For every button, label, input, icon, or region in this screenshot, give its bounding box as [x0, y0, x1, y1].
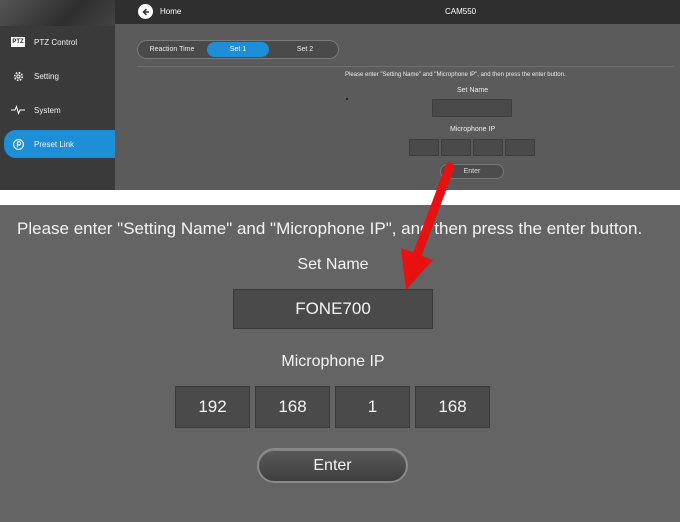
preset-link-icon	[8, 138, 28, 151]
sidebar-item-label: Preset Link	[34, 139, 75, 149]
set-name-label: Set Name	[457, 87, 489, 94]
sidebar-item-label: PTZ Control	[34, 37, 78, 47]
microphone-ip-label: Microphone IP	[450, 126, 496, 133]
sidebar-item-system[interactable]: System	[4, 96, 115, 124]
ip-octet-2-input[interactable]	[255, 386, 330, 428]
set-name-input[interactable]	[233, 289, 433, 329]
instruction-text: Please enter "Setting Name" and "Microph…	[345, 72, 566, 78]
gear-icon	[8, 70, 28, 83]
set-name-input[interactable]	[432, 99, 512, 117]
tab-bar: Reaction Time Set 1 Set 2	[137, 40, 339, 59]
tab-set-1[interactable]: Set 1	[207, 42, 269, 57]
tab-set-2[interactable]: Set 2	[273, 42, 337, 57]
sidebar: PTZ PTZ Control Setting System Preset Li…	[0, 0, 115, 190]
ip-octet-field[interactable]	[441, 139, 471, 156]
back-arrow-icon[interactable]	[138, 4, 153, 19]
home-link[interactable]: Home	[160, 7, 181, 16]
page-title: CAM550	[445, 7, 477, 16]
enter-button[interactable]: Enter	[440, 164, 504, 179]
sidebar-header	[0, 0, 115, 26]
divider	[137, 66, 674, 67]
sidebar-item-label: Setting	[34, 71, 59, 81]
tab-reaction-time[interactable]: Reaction Time	[140, 42, 204, 57]
ip-octet-4-input[interactable]	[415, 386, 490, 428]
sidebar-item-label: System	[34, 105, 61, 115]
sidebar-item-preset-link[interactable]: Preset Link	[4, 130, 115, 158]
sidebar-item-ptz-control[interactable]: PTZ PTZ Control	[4, 28, 115, 56]
pulse-icon	[8, 105, 28, 115]
app-screenshot: PTZ PTZ Control Setting System Preset Li…	[0, 0, 680, 190]
ip-octet-1-input[interactable]	[175, 386, 250, 428]
instruction-text: Please enter "Setting Name" and "Microph…	[17, 219, 643, 238]
ptz-icon: PTZ	[11, 37, 25, 47]
ip-octet-field[interactable]	[505, 139, 535, 156]
enter-button[interactable]: Enter	[257, 448, 408, 483]
ip-octet-field[interactable]	[409, 139, 439, 156]
top-bar: Home CAM550	[115, 0, 680, 24]
dot	[346, 98, 348, 100]
microphone-ip-label: Microphone IP	[281, 353, 385, 370]
set-name-label: Set Name	[297, 256, 369, 273]
sidebar-item-setting[interactable]: Setting	[4, 62, 115, 90]
zoomed-form-panel: Please enter "Setting Name" and "Microph…	[0, 205, 680, 522]
ip-octet-3-input[interactable]	[335, 386, 410, 428]
ip-octet-field[interactable]	[473, 139, 503, 156]
